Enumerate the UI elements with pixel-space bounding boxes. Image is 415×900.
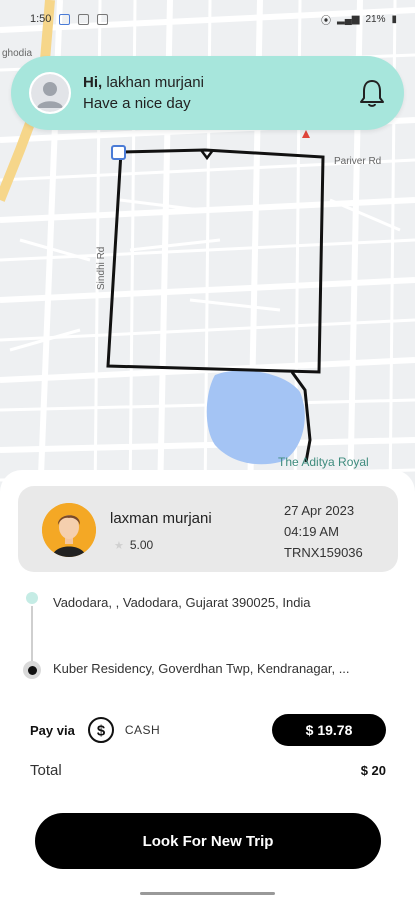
app-icon: [97, 13, 109, 25]
battery-icon: ▮: [391, 13, 397, 25]
home-indicator[interactable]: [140, 892, 275, 895]
driver-avatar: [42, 503, 96, 557]
total-label: Total: [30, 762, 62, 779]
trip-summary-sheet: laxman murjani ★ 5.00 27 Apr 2023 04:19 …: [0, 470, 415, 900]
wifi-icon: ⦿: [321, 15, 331, 27]
greeting-banner: Hi, lakhan murjani Have a nice day: [11, 56, 404, 130]
trip-date: 27 Apr 2023: [284, 503, 355, 518]
status-time: 1:50: [30, 13, 52, 25]
user-name: lakhan murjani: [106, 74, 204, 91]
dropoff-dot-icon: [23, 661, 41, 679]
trip-meta: 27 Apr 2023 04:19 AM TRNX159036: [284, 500, 374, 563]
payment-method: CASH: [124, 723, 161, 737]
total-value: $ 20: [360, 763, 386, 778]
map-label: Pariver Rd: [334, 156, 382, 167]
transaction-id: TRNX159036: [284, 545, 363, 560]
user-icon: [31, 74, 69, 112]
pay-via-label: Pay via: [30, 722, 75, 738]
map-label: Sindhi Rd: [96, 246, 107, 290]
driver-avatar-icon: [42, 503, 96, 557]
pickup-address: Vadodara, , Vadodara, Gujarat 390025, In…: [53, 595, 311, 610]
signal-icon: ▂▄▆: [337, 13, 360, 25]
payment-row: Pay via $ CASH $ 19.78: [30, 713, 386, 747]
user-avatar[interactable]: [29, 72, 71, 114]
route-summary: Vadodara, , Vadodara, Gujarat 390025, In…: [0, 580, 415, 680]
driver-name: laxman murjani: [110, 510, 212, 527]
pickup-dot-icon: [26, 592, 38, 604]
rating-value: 5.00: [129, 538, 154, 552]
greeting-subtitle: Have a nice day: [83, 95, 191, 112]
dropoff-address: Kuber Residency, Goverdhan Twp, Kendrana…: [53, 661, 350, 676]
star-icon: ★: [114, 539, 124, 552]
battery-level: 21%: [365, 13, 386, 25]
look-for-new-trip-button[interactable]: Look For New Trip: [35, 813, 381, 869]
dollar-icon: $: [87, 717, 114, 743]
total-row: Total $ 20: [30, 762, 386, 779]
bell-icon: [360, 80, 384, 107]
driver-card: laxman murjani ★ 5.00 27 Apr 2023 04:19 …: [18, 486, 398, 572]
notification-icon: [59, 13, 71, 25]
poi-pin: [302, 130, 310, 138]
trip-time: 04:19 AM: [284, 524, 339, 539]
status-bar: 1:50 ⦿ ▂▄▆ 21% ▮: [0, 0, 415, 38]
map-label: The Aditya Royal: [278, 455, 369, 469]
map-label: ghodia: [2, 48, 33, 59]
driver-rating: ★ 5.00: [114, 538, 153, 552]
lake-shape: [206, 370, 305, 465]
fare-amount-badge: $ 19.78: [272, 714, 386, 746]
svg-text:$: $: [97, 723, 106, 740]
greeting-hi: Hi,: [83, 74, 103, 91]
start-marker: [111, 145, 126, 160]
route-path: [106, 148, 325, 374]
notifications-button[interactable]: [356, 77, 388, 109]
route-connector: [31, 606, 33, 666]
gallery-icon: [78, 13, 90, 25]
